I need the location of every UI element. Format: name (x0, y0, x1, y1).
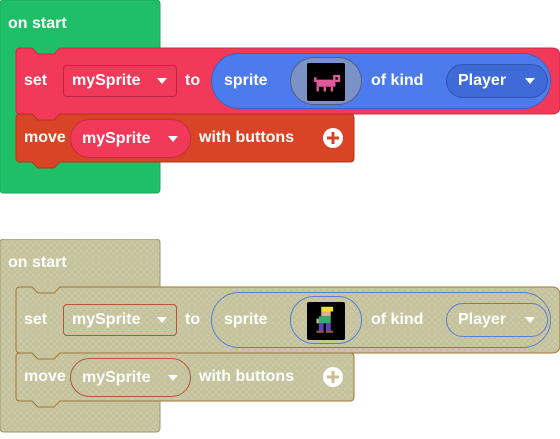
move-variable-dropdown[interactable]: mySprite (70, 358, 191, 397)
variable-dropdown[interactable]: mySprite (63, 304, 177, 336)
with-buttons-label: with buttons (199, 129, 295, 146)
move-label: move (24, 368, 66, 385)
sprite-of-kind-reporter[interactable]: sprite of kind Player (211, 292, 551, 348)
chevron-down-icon (168, 375, 178, 381)
dog-sprite-image (307, 63, 345, 101)
variable-dropdown-value: mySprite (72, 311, 141, 328)
of-kind-label: of kind (371, 311, 424, 328)
sprite-of-kind-reporter[interactable]: sprite of kind Player (211, 53, 551, 109)
on-start-block-disabled[interactable]: on start set mySprite to sprite of kind … (0, 239, 560, 439)
of-kind-label: of kind (371, 72, 424, 89)
on-start-block-enabled[interactable]: on start set mySprite to sprite of kind (0, 0, 560, 200)
with-buttons-label: with buttons (199, 368, 295, 385)
chevron-down-icon (157, 317, 167, 323)
move-variable-value: mySprite (82, 130, 151, 147)
image-picker[interactable] (290, 296, 362, 344)
chevron-down-icon (157, 78, 167, 84)
move-variable-value: mySprite (82, 369, 151, 386)
kind-dropdown-value: Player (458, 311, 507, 328)
chevron-down-icon (168, 136, 178, 142)
move-label: move (24, 129, 66, 146)
character-sprite-image (307, 302, 345, 340)
hat-label: on start (8, 15, 67, 32)
move-variable-dropdown[interactable]: mySprite (70, 119, 191, 158)
hat-label: on start (8, 254, 67, 271)
image-picker[interactable] (290, 57, 362, 105)
chevron-down-icon (525, 78, 535, 84)
sprite-label: sprite (224, 72, 268, 89)
plus-circle-icon[interactable] (322, 366, 344, 388)
kind-dropdown[interactable]: Player (446, 303, 548, 337)
set-label: set (24, 72, 48, 89)
chevron-down-icon (525, 317, 535, 323)
to-label: to (185, 311, 201, 328)
variable-dropdown[interactable]: mySprite (63, 65, 177, 97)
kind-dropdown[interactable]: Player (446, 64, 548, 98)
variable-dropdown-value: mySprite (72, 72, 141, 89)
to-label: to (185, 72, 201, 89)
kind-dropdown-value: Player (458, 72, 507, 89)
sprite-label: sprite (224, 311, 268, 328)
set-label: set (24, 311, 48, 328)
plus-circle-icon[interactable] (322, 127, 344, 149)
